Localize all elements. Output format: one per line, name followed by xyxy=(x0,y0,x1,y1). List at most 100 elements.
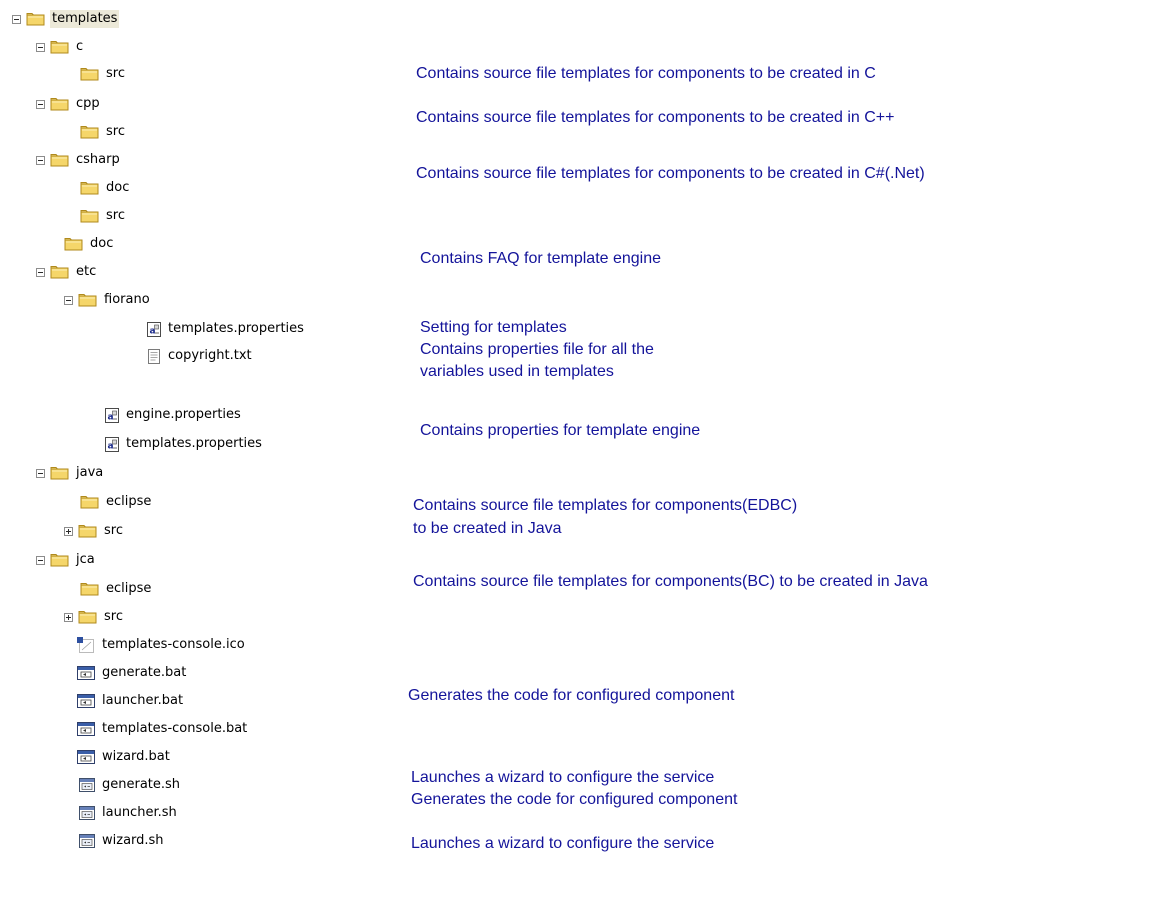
expand-icon[interactable] xyxy=(64,526,73,536)
tree-item-cpp-src[interactable]: src xyxy=(80,121,127,143)
tree-item-java-src[interactable]: src xyxy=(64,520,125,542)
description-engine: Contains properties for template engine xyxy=(420,422,701,439)
folder-label-src: src xyxy=(104,523,123,538)
shell-script-icon xyxy=(79,834,95,848)
folder-icon xyxy=(80,68,99,81)
collapse-icon[interactable] xyxy=(36,468,45,478)
folder-label-src: src xyxy=(104,609,123,624)
tree-item-generate-sh[interactable]: generate.sh xyxy=(78,774,182,796)
tree-item-csharp-src[interactable]: src xyxy=(80,205,127,227)
description-cpp: Contains source file templates for compo… xyxy=(416,109,895,126)
tree-item-templates-console-ico[interactable]: templates-console.ico xyxy=(76,634,247,656)
collapse-icon[interactable] xyxy=(64,295,73,305)
properties-file-icon xyxy=(147,321,161,337)
batch-file-icon xyxy=(77,750,95,764)
folder-icon xyxy=(26,13,45,26)
folder-label-c: c xyxy=(76,39,84,54)
description-wizard-bat: Launches a wizard to configure the servi… xyxy=(411,769,715,786)
folder-icon xyxy=(50,467,69,480)
tree-item-fiorano-templates-properties[interactable]: templates.properties xyxy=(146,318,306,340)
file-label: templates.properties xyxy=(126,436,262,451)
tree-item-fiorano[interactable]: fiorano xyxy=(64,289,152,311)
tree-item-generate-bat[interactable]: generate.bat xyxy=(76,662,188,684)
description-fiorano: Setting for templates xyxy=(420,319,567,336)
description-generate-bat: Generates the code for configured compon… xyxy=(408,687,735,704)
tree-item-engine-properties[interactable]: engine.properties xyxy=(104,404,243,426)
tree-item-wizard-sh[interactable]: wizard.sh xyxy=(78,830,166,852)
collapse-icon[interactable] xyxy=(36,155,45,165)
tree-item-java-eclipse[interactable]: eclipse xyxy=(80,491,153,513)
description-wizard-sh: Launches a wizard to configure the servi… xyxy=(411,835,715,852)
tree-item-etc[interactable]: etc xyxy=(36,261,98,283)
file-label: copyright.txt xyxy=(168,348,252,363)
folder-label-eclipse: eclipse xyxy=(106,581,152,596)
file-label: launcher.bat xyxy=(102,693,184,708)
file-label: templates-console.bat xyxy=(102,721,248,736)
folder-icon xyxy=(50,154,69,167)
description-jca: Contains source file templates for compo… xyxy=(413,573,928,590)
collapse-icon[interactable] xyxy=(36,99,45,109)
batch-file-icon xyxy=(77,666,95,680)
folder-icon xyxy=(78,294,97,307)
batch-file-icon xyxy=(77,722,95,736)
folder-label-csharp: csharp xyxy=(76,152,120,167)
properties-file-icon xyxy=(105,407,119,423)
expand-icon[interactable] xyxy=(64,612,73,622)
folder-icon xyxy=(80,210,99,223)
collapse-icon[interactable] xyxy=(12,14,21,24)
folder-label-cpp: cpp xyxy=(76,96,100,111)
tree-item-jca-eclipse[interactable]: eclipse xyxy=(80,578,153,600)
tree-item-launcher-bat[interactable]: launcher.bat xyxy=(76,690,185,712)
collapse-icon[interactable] xyxy=(36,267,45,277)
file-label: generate.sh xyxy=(102,777,181,792)
folder-icon xyxy=(80,126,99,139)
description-properties-line1: Contains properties file for all the xyxy=(420,341,654,358)
description-doc: Contains FAQ for template engine xyxy=(420,250,662,267)
description-csharp: Contains source file templates for compo… xyxy=(416,165,925,182)
file-label: wizard.bat xyxy=(102,749,170,764)
folder-label-templates: templates xyxy=(50,10,120,28)
tree-item-c-src[interactable]: src xyxy=(80,63,127,85)
folder-label-src: src xyxy=(106,208,125,223)
description-properties-line2: variables used in templates xyxy=(420,363,614,380)
collapse-icon[interactable] xyxy=(36,42,45,52)
tree-item-templates-console-bat[interactable]: templates-console.bat xyxy=(76,718,249,740)
icon-file-icon xyxy=(76,636,94,653)
file-label: generate.bat xyxy=(102,665,187,680)
properties-file-icon xyxy=(105,436,119,452)
tree-item-java[interactable]: java xyxy=(36,462,105,484)
tree-item-c[interactable]: c xyxy=(36,36,85,58)
collapse-icon[interactable] xyxy=(36,555,45,565)
file-label: templates.properties xyxy=(168,321,304,336)
folder-icon xyxy=(78,525,97,538)
folder-label-java: java xyxy=(76,465,104,480)
tree-item-copyright[interactable]: copyright.txt xyxy=(146,345,254,367)
tree-item-csharp-doc[interactable]: doc xyxy=(80,177,131,199)
tree-item-cpp[interactable]: cpp xyxy=(36,93,102,115)
description-java-line1: Contains source file templates for compo… xyxy=(413,497,798,514)
folder-icon xyxy=(50,98,69,111)
file-label: wizard.sh xyxy=(102,833,164,848)
folder-icon xyxy=(50,554,69,567)
tree-item-etc-templates-properties[interactable]: templates.properties xyxy=(104,433,264,455)
folder-label-doc: doc xyxy=(90,236,114,251)
tree-item-doc[interactable]: doc xyxy=(64,233,115,255)
shell-script-icon xyxy=(79,778,95,792)
folder-label-jca: jca xyxy=(76,552,95,567)
folder-icon xyxy=(80,182,99,195)
tree-item-csharp[interactable]: csharp xyxy=(36,149,122,171)
tree-root[interactable]: templates xyxy=(12,8,120,30)
description-generate-sh: Generates the code for configured compon… xyxy=(411,791,738,808)
tree-item-launcher-sh[interactable]: launcher.sh xyxy=(78,802,179,824)
tree-item-jca[interactable]: jca xyxy=(36,549,97,571)
file-label: engine.properties xyxy=(126,407,241,422)
folder-label-doc: doc xyxy=(106,180,130,195)
folder-icon xyxy=(64,238,83,251)
folder-label-etc: etc xyxy=(76,264,97,279)
tree-item-wizard-bat[interactable]: wizard.bat xyxy=(76,746,172,768)
folder-icon xyxy=(78,611,97,624)
folder-label-eclipse: eclipse xyxy=(106,494,152,509)
tree-item-jca-src[interactable]: src xyxy=(64,606,125,628)
description-java-line2: to be created in Java xyxy=(413,520,562,537)
folder-icon xyxy=(80,496,99,509)
